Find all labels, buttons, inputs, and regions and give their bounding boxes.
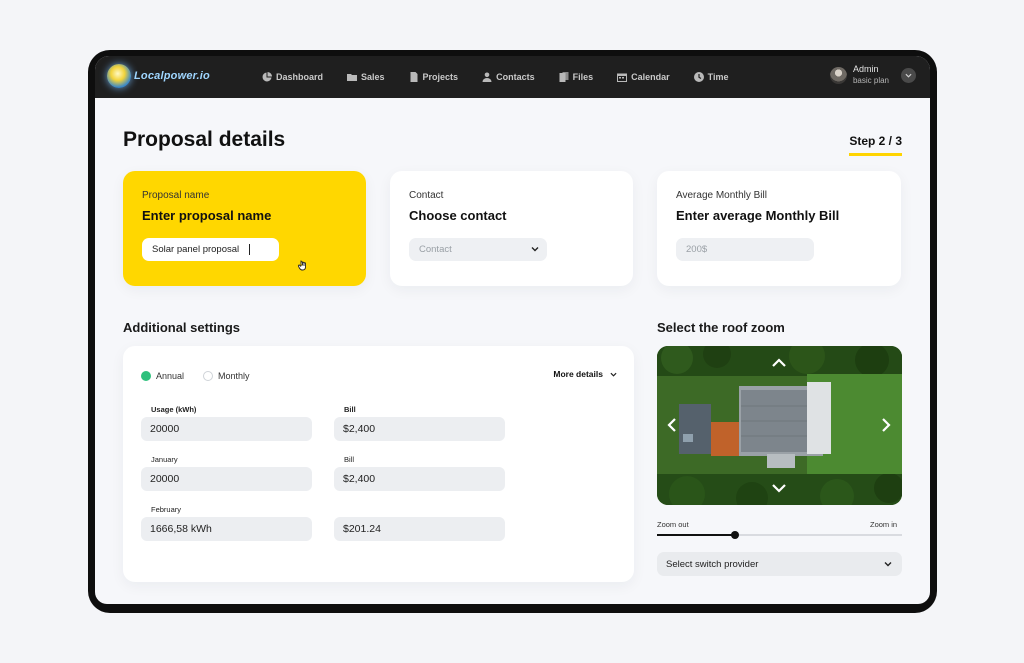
monthly-bill-heading: Enter average Monthly Bill <box>676 208 840 223</box>
chevron-down-icon <box>531 247 539 252</box>
nav-item-dashboard[interactable]: Dashboard <box>262 72 323 82</box>
radio-monthly[interactable]: Monthly <box>203 371 250 381</box>
usage-value: 20000 <box>150 423 180 435</box>
avatar <box>829 66 847 84</box>
january-label: January <box>151 455 178 464</box>
chevron-down-icon <box>884 562 892 567</box>
usage-label: Usage (kWh) <box>151 405 197 414</box>
hand-cursor-icon <box>297 260 306 271</box>
contact-select[interactable]: Contact <box>409 238 547 261</box>
contact-placeholder: Contact <box>419 244 452 255</box>
january-input[interactable]: 20000 <box>141 467 312 491</box>
usage-input[interactable]: 20000 <box>141 417 312 441</box>
monthly-bill-placeholder: 200$ <box>686 244 708 255</box>
bill-label: Bill <box>344 405 356 414</box>
nav-item-contacts[interactable]: Contacts <box>482 72 535 82</box>
chevron-left-icon[interactable] <box>663 416 681 434</box>
logo-text: Localpower.io <box>134 70 210 82</box>
nav-label: Calendar <box>631 72 670 82</box>
user-plan: basic plan <box>852 76 889 85</box>
main-nav: Dashboard Sales Projects Contacts Files <box>262 56 752 98</box>
january-bill-label: Bill <box>344 455 355 464</box>
contact-heading: Choose contact <box>409 208 507 223</box>
radio-annual-label: Annual <box>156 371 185 381</box>
nav-item-sales[interactable]: Sales <box>347 72 385 82</box>
roof-zoom-title: Select the roof zoom <box>657 320 785 335</box>
zoom-slider[interactable] <box>657 531 902 539</box>
bill-input[interactable]: $2,400 <box>334 417 505 441</box>
pie-chart-icon <box>262 72 272 82</box>
zoom-out-label: Zoom out <box>657 520 689 529</box>
january-bill-value: $2,400 <box>343 473 376 485</box>
radio-monthly-label: Monthly <box>218 371 250 381</box>
contact-card: Contact Choose contact Contact <box>390 171 633 286</box>
more-details-toggle[interactable]: More details <box>553 369 617 379</box>
january-value: 20000 <box>150 473 180 485</box>
switch-provider-placeholder: Select switch provider <box>666 558 759 570</box>
chevron-right-icon[interactable] <box>877 416 895 434</box>
user-menu[interactable]: Admin basic plan <box>829 64 916 86</box>
january-bill-input[interactable]: $2,400 <box>334 467 505 491</box>
user-name: Admin <box>852 64 879 74</box>
calendar-icon <box>617 73 628 82</box>
chevron-up-icon[interactable] <box>770 354 788 372</box>
radio-unchecked-icon <box>203 371 213 381</box>
device-frame: Localpower.io Dashboard Sales Projects C… <box>88 50 937 613</box>
document-icon <box>410 72 418 82</box>
february-value: 1666,58 kWh <box>150 523 212 535</box>
monthly-bill-label: Average Monthly Bill <box>676 190 767 201</box>
proposal-name-label: Proposal name <box>142 190 210 201</box>
nav-label: Contacts <box>496 72 535 82</box>
app-screen: Localpower.io Dashboard Sales Projects C… <box>95 56 930 604</box>
contact-label: Contact <box>409 190 444 201</box>
proposal-name-heading: Enter proposal name <box>142 208 272 223</box>
additional-settings-card: Annual Monthly More details Usage (kWh) … <box>123 346 634 582</box>
zoom-slider-fill <box>657 534 736 536</box>
chevron-down-icon <box>610 372 617 377</box>
bill-value: $2,400 <box>343 423 376 435</box>
additional-settings-title: Additional settings <box>123 320 240 335</box>
february-label: February <box>151 505 182 514</box>
switch-provider-select[interactable]: Select switch provider <box>657 552 902 576</box>
nav-item-time[interactable]: Time <box>693 72 729 82</box>
page-title: Proposal details <box>123 128 286 151</box>
lightbulb-logo-icon <box>107 64 131 88</box>
zoom-slider-handle[interactable] <box>731 531 740 539</box>
logo[interactable]: Localpower.io <box>107 64 210 88</box>
february-bill-input[interactable]: $201.24 <box>334 517 505 541</box>
monthly-bill-input[interactable]: 200$ <box>676 238 814 261</box>
monthly-bill-card: Average Monthly Bill Enter average Month… <box>657 171 901 286</box>
folder-icon <box>347 74 358 81</box>
radio-annual[interactable]: Annual <box>141 371 184 381</box>
roof-aerial-image[interactable] <box>657 346 902 505</box>
nav-item-files[interactable]: Files <box>559 72 594 82</box>
nav-label: Projects <box>422 72 459 82</box>
nav-item-calendar[interactable]: Calendar <box>617 72 670 82</box>
radio-checked-icon <box>141 371 151 381</box>
nav-label: Time <box>707 72 729 82</box>
user-menu-toggle[interactable] <box>901 67 916 83</box>
text-caret <box>249 244 250 255</box>
proposal-name-card: Proposal name Enter proposal name Solar … <box>123 171 366 286</box>
clock-icon <box>693 72 704 82</box>
user-info: Admin basic plan <box>853 64 889 86</box>
chevron-down-icon[interactable] <box>770 479 788 497</box>
proposal-name-value: Solar panel proposal <box>152 244 240 255</box>
nav-label: Sales <box>361 72 385 82</box>
chevron-down-icon <box>905 73 912 78</box>
nav-label: Dashboard <box>276 72 324 82</box>
nav-item-projects[interactable]: Projects <box>409 72 459 82</box>
february-input[interactable]: 1666,58 kWh <box>141 517 312 541</box>
nav-label: Files <box>572 72 594 82</box>
top-navigation-bar: Localpower.io Dashboard Sales Projects C… <box>95 56 930 98</box>
zoom-in-label: Zoom in <box>870 520 898 529</box>
proposal-name-input[interactable]: Solar panel proposal <box>142 238 279 261</box>
february-bill-value: $201.24 <box>343 523 381 535</box>
more-details-label: More details <box>553 369 603 379</box>
files-icon <box>559 72 569 82</box>
person-icon <box>482 72 492 82</box>
step-indicator: Step 2 / 3 <box>849 134 902 156</box>
